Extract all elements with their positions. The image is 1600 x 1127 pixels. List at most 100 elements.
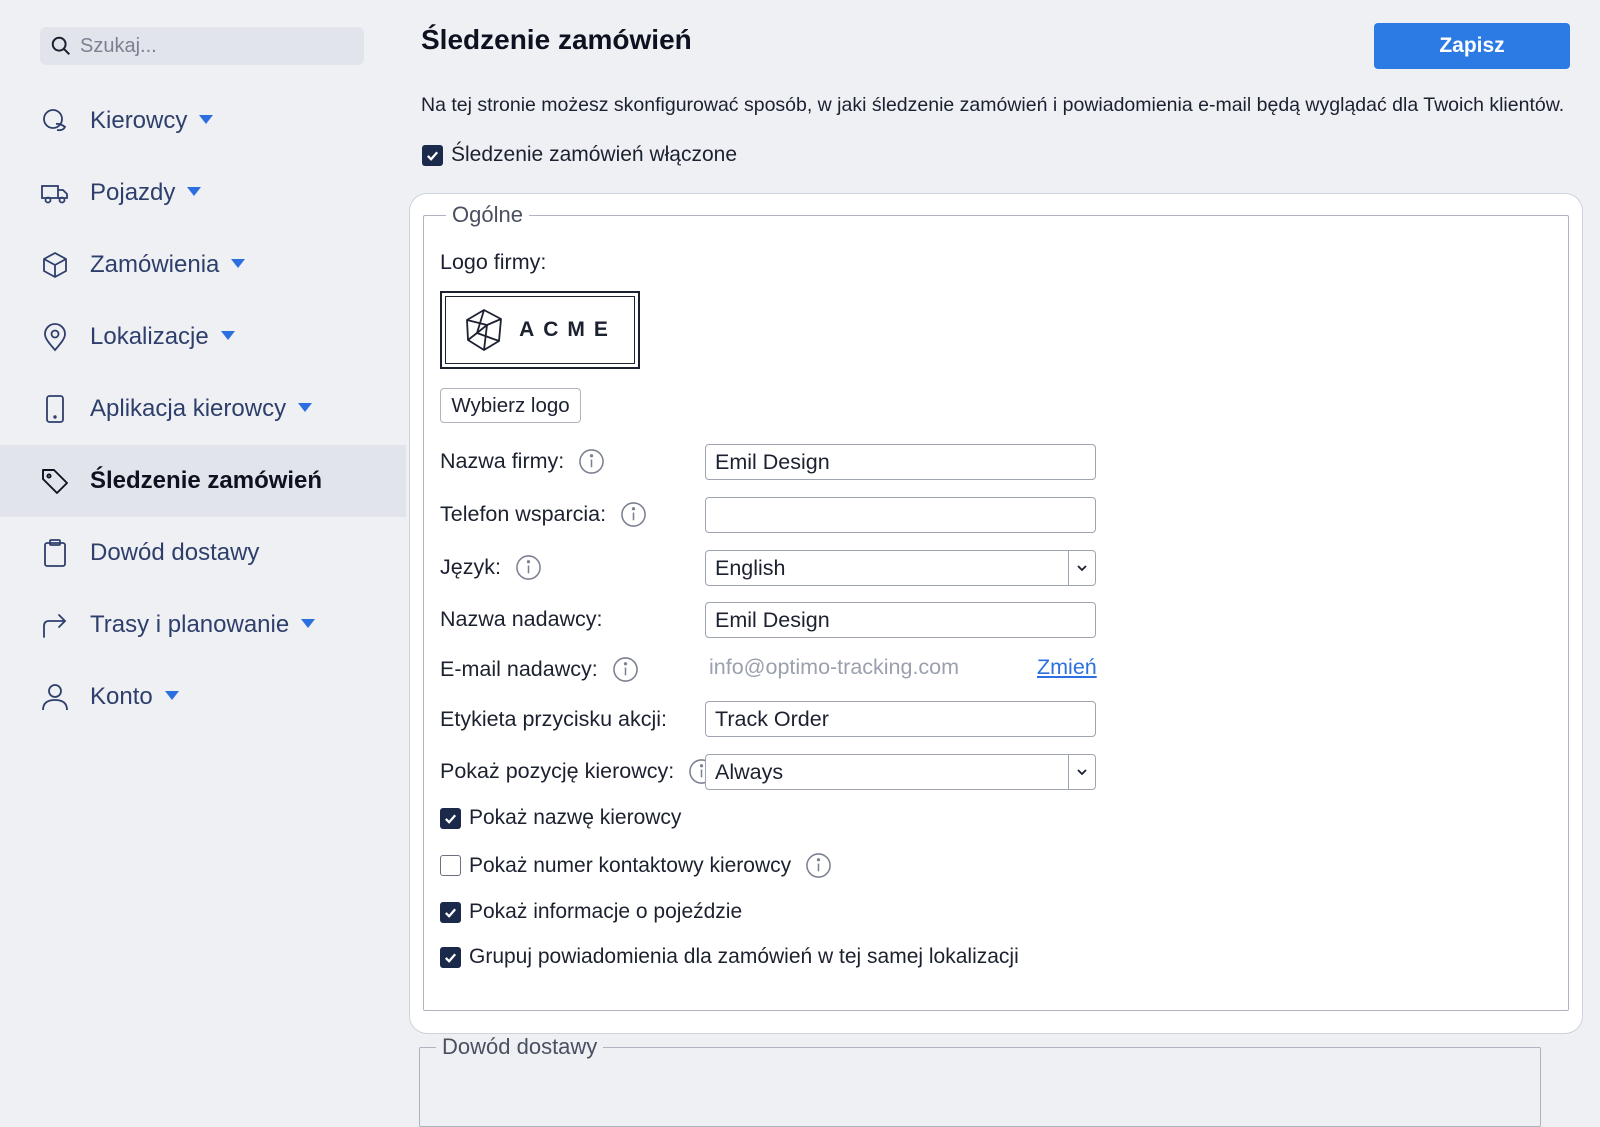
- proof-of-delivery-legend: Dowód dostawy: [436, 1034, 604, 1060]
- support-phone-input[interactable]: [705, 497, 1096, 533]
- sidebar-item-label: Dowód dostawy: [90, 539, 260, 566]
- drivers-icon: [40, 106, 70, 136]
- caret-down-icon: [199, 114, 214, 124]
- caret-down-icon: [298, 402, 313, 412]
- option-show-driver-name[interactable]: Pokaż nazwę kierowcy: [440, 806, 681, 830]
- show-vehicle-info-label: Pokaż informacje o pojeździe: [469, 900, 743, 923]
- tracking-enabled-checkbox-row[interactable]: Śledzenie zamówień włączone: [422, 143, 737, 167]
- choose-logo-button[interactable]: Wybierz logo: [440, 388, 581, 423]
- map-pin-icon: [40, 322, 70, 352]
- chevron-down-icon: [1077, 565, 1087, 572]
- caret-down-icon: [187, 186, 202, 196]
- info-icon[interactable]: [620, 501, 647, 528]
- chevron-down-icon: [1077, 769, 1087, 776]
- box-icon: [40, 250, 70, 280]
- general-settings-panel: Ogólne Logo firmy: ACME Wybierz logo Naz…: [409, 193, 1583, 1034]
- company-logo: ACME: [440, 291, 640, 369]
- phone-icon: [40, 394, 70, 424]
- sender-name-label: Nazwa nadawcy:: [440, 607, 603, 632]
- sidebar-item-label: Aplikacja kierowcy: [90, 395, 287, 422]
- logo-label-text: Logo firmy:: [440, 250, 547, 274]
- company-name-input[interactable]: [705, 444, 1096, 480]
- clipboard-icon: [40, 538, 70, 568]
- checkmark-icon: [445, 952, 457, 963]
- caret-down-icon: [164, 690, 179, 700]
- general-fieldset: Ogólne Logo firmy: ACME Wybierz logo Naz…: [423, 202, 1569, 1011]
- page-title: Śledzenie zamówień: [421, 24, 692, 55]
- language-label-text: Język:: [440, 555, 501, 579]
- show-driver-phone-label: Pokaż numer kontaktowy kierowcy: [469, 853, 792, 877]
- language-select-value: English: [715, 555, 786, 580]
- select-arrow[interactable]: [1068, 551, 1095, 585]
- sidebar-item-sledzenie-zamowien[interactable]: Śledzenie zamówień: [0, 445, 406, 517]
- checkmark-icon: [445, 813, 457, 824]
- group-notifications-label: Grupuj powiadomienia dla zamówień w tej …: [469, 945, 1019, 968]
- logo-label: Logo firmy:: [440, 250, 546, 275]
- sender-email-label-text: E-mail nadawcy:: [440, 657, 598, 681]
- sidebar-item-trasy-i-planowanie[interactable]: Trasy i planowanie: [0, 589, 406, 661]
- user-icon: [40, 682, 70, 712]
- sender-email-label: E-mail nadawcy:: [440, 656, 639, 683]
- sidebar-item-kierowcy[interactable]: Kierowcy: [0, 85, 406, 157]
- caret-down-icon: [220, 330, 235, 340]
- sidebar-item-lokalizacje[interactable]: Lokalizacje: [0, 301, 406, 373]
- sidebar-item-dowod-dostawy[interactable]: Dowód dostawy: [0, 517, 406, 589]
- checkmark-icon: [427, 150, 439, 161]
- group-notifications-checkbox[interactable]: [440, 946, 461, 968]
- driver-position-select-value: Always: [715, 759, 784, 784]
- sender-name-input[interactable]: [705, 602, 1096, 638]
- change-email-link[interactable]: Zmień: [1037, 655, 1097, 680]
- sender-email-value: info@optimo-tracking.com: [709, 655, 960, 679]
- info-icon[interactable]: [515, 554, 542, 581]
- search-box[interactable]: [40, 27, 364, 65]
- sidebar-item-label: Pojazdy: [90, 179, 176, 206]
- action-button-label-label: Etykieta przycisku akcji:: [440, 707, 667, 732]
- search-input[interactable]: [80, 34, 350, 58]
- caret-down-icon: [231, 258, 246, 268]
- search-icon: [51, 36, 70, 55]
- option-group-notifications[interactable]: Grupuj powiadomienia dla zamówień w tej …: [440, 945, 1019, 969]
- sidebar-item-konto[interactable]: Konto: [0, 661, 406, 733]
- sidebar-item-pojazdy[interactable]: Pojazdy: [0, 157, 406, 229]
- sender-name-label-text: Nazwa nadawcy:: [440, 607, 603, 631]
- info-icon[interactable]: [578, 448, 605, 475]
- language-select[interactable]: English: [705, 550, 1096, 586]
- option-show-vehicle-info[interactable]: Pokaż informacje o pojeździe: [440, 900, 742, 924]
- show-driver-name-label: Pokaż nazwę kierowcy: [469, 806, 682, 829]
- tag-icon: [40, 466, 70, 496]
- info-icon[interactable]: [612, 656, 639, 683]
- save-button[interactable]: Zapisz: [1374, 23, 1570, 69]
- sidebar: Kierowcy Pojazdy Zamówienia: [0, 0, 406, 1099]
- show-vehicle-info-checkbox[interactable]: [440, 901, 461, 923]
- sidebar-item-aplikacja-kierowcy[interactable]: Aplikacja kierowcy: [0, 373, 406, 445]
- sidebar-item-label: Lokalizacje: [90, 323, 209, 350]
- company-name-label-text: Nazwa firmy:: [440, 449, 565, 473]
- tracking-enabled-checkbox[interactable]: [422, 144, 443, 166]
- support-phone-label-text: Telefon wsparcia:: [440, 502, 607, 526]
- select-arrow[interactable]: [1068, 755, 1095, 789]
- driver-position-label-text: Pokaż pozycję kierowcy:: [440, 759, 675, 783]
- sidebar-item-label: Zamówienia: [90, 251, 220, 278]
- sidebar-item-label: Konto: [90, 683, 153, 710]
- proof-of-delivery-fieldset: Dowód dostawy: [419, 1034, 1541, 1127]
- page-description: Na tej stronie możesz skonfigurować spos…: [421, 94, 1565, 116]
- general-legend: Ogólne: [446, 202, 529, 228]
- caret-down-icon: [301, 618, 316, 628]
- support-phone-label: Telefon wsparcia:: [440, 501, 647, 528]
- tracking-enabled-label: Śledzenie zamówień włączone: [451, 143, 737, 166]
- sidebar-nav: Kierowcy Pojazdy Zamówienia Lokalizacje …: [0, 85, 406, 733]
- driver-position-select[interactable]: Always: [705, 754, 1096, 790]
- action-button-label-input[interactable]: [705, 701, 1096, 737]
- company-logo-inner: ACME: [445, 296, 635, 364]
- sidebar-item-label: Śledzenie zamówień: [90, 467, 323, 494]
- company-name-label: Nazwa firmy:: [440, 448, 605, 475]
- show-driver-name-checkbox[interactable]: [440, 807, 461, 829]
- option-show-driver-phone[interactable]: Pokaż numer kontaktowy kierowcy: [440, 852, 832, 879]
- driver-position-label: Pokaż pozycję kierowcy:: [440, 758, 715, 785]
- sidebar-item-zamowienia[interactable]: Zamówienia: [0, 229, 406, 301]
- show-driver-phone-checkbox[interactable]: [440, 855, 461, 876]
- language-label: Język:: [440, 554, 542, 581]
- route-arrow-icon: [40, 610, 70, 640]
- info-icon[interactable]: [805, 852, 832, 879]
- checkmark-icon: [445, 907, 457, 918]
